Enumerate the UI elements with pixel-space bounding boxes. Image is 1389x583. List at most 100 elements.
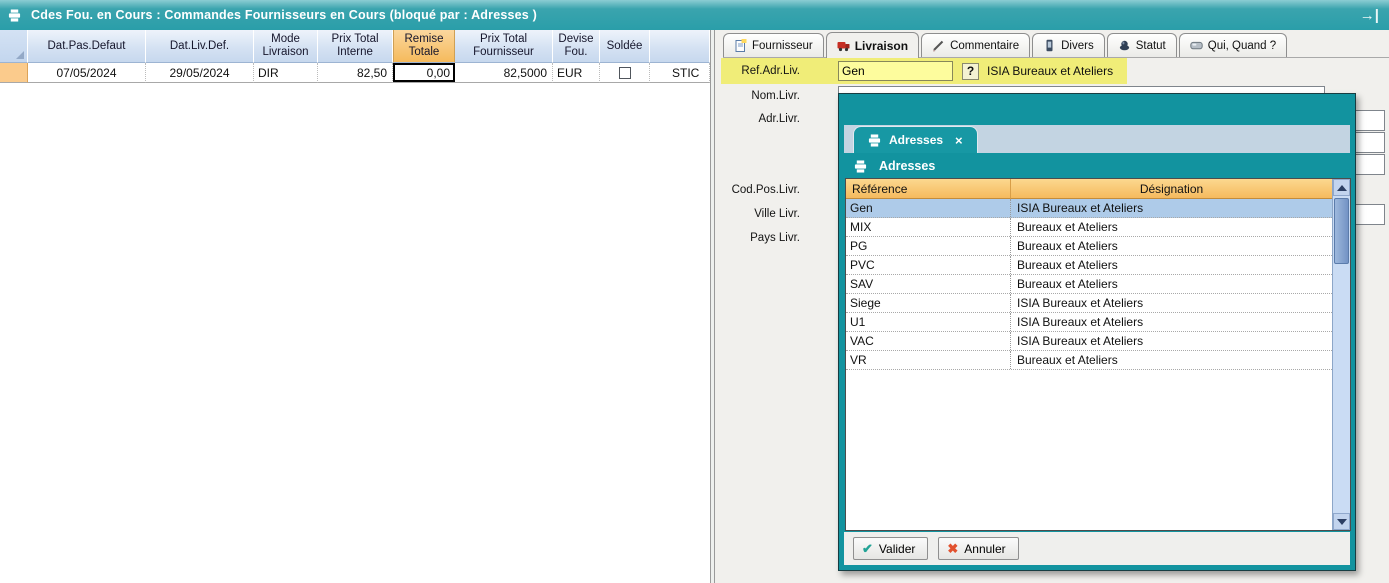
dialog-tab-label: Adresses (889, 133, 943, 147)
tab-fournisseur[interactable]: Fournisseur (723, 33, 824, 57)
cod-pos-livr-label: Cod.Pos.Livr. (715, 184, 800, 196)
detail-tabs: Fournisseur Livraison Commentaire (723, 32, 1389, 58)
address-designation: ISIA Bureaux et Ateliers (1011, 199, 1332, 217)
ref-adr-liv-row: Ref.Adr.Liv. ? ISIA Bureaux et Ateliers (721, 58, 1127, 84)
validate-button-label: Valider (879, 542, 915, 556)
column-header-extra[interactable] (650, 30, 710, 63)
orders-grid-header-row: Dat.Pas.Defaut Dat.Liv.Def. Mode Livrais… (0, 30, 710, 63)
application-window: Cdes Fou. en Cours : Commandes Fournisse… (0, 0, 1389, 583)
document-icon (734, 39, 747, 52)
column-header-soldee[interactable]: Soldée (600, 30, 650, 63)
bell-icon (1118, 39, 1131, 52)
tab-label: Divers (1061, 40, 1094, 52)
scroll-to-end-icon[interactable]: →| (1360, 7, 1379, 24)
row-selector-cell[interactable] (0, 63, 28, 83)
printer-icon (854, 160, 867, 173)
cancel-button[interactable]: ✖ Annuler (938, 537, 1018, 560)
scrollbar-thumb[interactable] (1334, 198, 1349, 264)
cell-prix-total-interne[interactable]: 82,50 (318, 63, 393, 83)
address-reference: U1 (846, 313, 1011, 331)
tab-statut[interactable]: Statut (1107, 33, 1177, 57)
address-reference: Gen (846, 199, 1011, 217)
cell-prix-total-fournisseur[interactable]: 82,5000 (455, 63, 553, 83)
column-header-mode-livraison[interactable]: Mode Livraison (254, 30, 318, 63)
ref-adr-liv-label: Ref.Adr.Liv. (721, 65, 800, 77)
truck-icon (837, 39, 850, 52)
cell-remise-totale-selected[interactable]: 0,00 (393, 63, 455, 83)
cell-devise-fou[interactable]: EUR (553, 63, 600, 83)
address-row[interactable]: VAC ISIA Bureaux et Ateliers (846, 332, 1332, 351)
scroll-down-button[interactable] (1333, 513, 1350, 530)
arrow-down-icon (1337, 519, 1347, 525)
address-row[interactable]: VR Bureaux et Ateliers (846, 351, 1332, 370)
corner-triangle-icon (16, 51, 24, 59)
column-header-remise-totale[interactable]: Remise Totale (393, 30, 455, 63)
tab-label: Fournisseur (752, 40, 813, 52)
address-designation: Bureaux et Ateliers (1011, 237, 1332, 255)
tab-label: Commentaire (950, 40, 1019, 52)
order-row: 07/05/2024 29/05/2024 DIR 82,50 0,00 82,… (0, 63, 710, 83)
cell-dat-pas-defaut[interactable]: 07/05/2024 (28, 63, 146, 83)
tab-qui-quand[interactable]: Qui, Quand ? (1179, 33, 1287, 57)
validate-button[interactable]: ✔ Valider (853, 537, 928, 560)
tab-commentaire[interactable]: Commentaire (921, 33, 1030, 57)
column-header-dat-pas-defaut[interactable]: Dat.Pas.Defaut (28, 30, 146, 63)
vertical-scrollbar[interactable] (1332, 179, 1350, 530)
address-designation: Bureaux et Ateliers (1011, 256, 1332, 274)
printer-icon (868, 134, 881, 147)
address-designation: ISIA Bureaux et Ateliers (1011, 294, 1332, 312)
pencil-icon (932, 39, 945, 52)
dialog-footer: ✔ Valider ✖ Annuler (844, 532, 1350, 565)
address-reference: MIX (846, 218, 1011, 236)
tab-label: Livraison (855, 39, 908, 53)
address-designation: Bureaux et Ateliers (1011, 275, 1332, 293)
tab-divers[interactable]: Divers (1032, 33, 1105, 57)
dialog-tab-strip: Adresses × (844, 125, 1350, 153)
lookup-help-button[interactable]: ? (962, 63, 979, 80)
check-icon: ✔ (862, 541, 873, 557)
column-header-devise-fou[interactable]: Devise Fou. (553, 30, 600, 63)
address-reference: SAV (846, 275, 1011, 293)
column-header-dat-liv-def[interactable]: Dat.Liv.Def. (146, 30, 254, 63)
tab-livraison[interactable]: Livraison (826, 32, 919, 58)
ref-adr-liv-input[interactable] (838, 61, 953, 81)
cell-dat-liv-def[interactable]: 29/05/2024 (146, 63, 254, 83)
cell-code[interactable]: STIC (650, 63, 710, 83)
scroll-up-button[interactable] (1333, 179, 1350, 196)
tab-label: Statut (1136, 40, 1166, 52)
column-header-prix-total-interne[interactable]: Prix Total Interne (318, 30, 393, 63)
column-header-reference[interactable]: Référence (846, 179, 1011, 199)
ref-adr-liv-description: ISIA Bureaux et Ateliers (987, 64, 1113, 78)
dialog-tab-adresses[interactable]: Adresses × (853, 126, 978, 153)
window-titlebar: Cdes Fou. en Cours : Commandes Fournisse… (0, 0, 1389, 30)
address-row[interactable]: PG Bureaux et Ateliers (846, 237, 1332, 256)
address-row[interactable]: Gen ISIA Bureaux et Ateliers (846, 199, 1332, 218)
address-row[interactable]: SAV Bureaux et Ateliers (846, 275, 1332, 294)
orders-grid: Dat.Pas.Defaut Dat.Liv.Def. Mode Livrais… (0, 30, 710, 83)
grid-corner-cell[interactable] (0, 30, 28, 63)
arrow-up-icon (1337, 185, 1347, 191)
device-icon (1043, 39, 1056, 52)
cell-soldee (600, 63, 650, 83)
cell-mode-livraison[interactable]: DIR (254, 63, 318, 83)
column-header-prix-total-fournisseur[interactable]: Prix Total Fournisseur (455, 30, 553, 63)
address-row[interactable]: PVC Bureaux et Ateliers (846, 256, 1332, 275)
ville-livr-label: Ville Livr. (715, 208, 800, 220)
address-designation: Bureaux et Ateliers (1011, 218, 1332, 236)
column-header-designation[interactable]: Désignation (1011, 179, 1332, 199)
printer-icon (8, 9, 21, 22)
addresses-dialog: Adresses × Adresses Référence Désignatio… (838, 93, 1356, 571)
x-icon: ✖ (947, 541, 958, 557)
address-reference: Siege (846, 294, 1011, 312)
pays-livr-label: Pays Livr. (715, 232, 800, 244)
address-reference: PVC (846, 256, 1011, 274)
address-row[interactable]: Siege ISIA Bureaux et Ateliers (846, 294, 1332, 313)
dialog-close-icon[interactable]: × (955, 133, 963, 148)
address-reference: PG (846, 237, 1011, 255)
address-row[interactable]: MIX Bureaux et Ateliers (846, 218, 1332, 237)
soldee-checkbox[interactable] (619, 67, 631, 79)
addresses-table-header: Référence Désignation (846, 179, 1332, 199)
address-reference: VAC (846, 332, 1011, 350)
tab-label: Qui, Quand ? (1208, 40, 1276, 52)
address-row[interactable]: U1 ISIA Bureaux et Ateliers (846, 313, 1332, 332)
